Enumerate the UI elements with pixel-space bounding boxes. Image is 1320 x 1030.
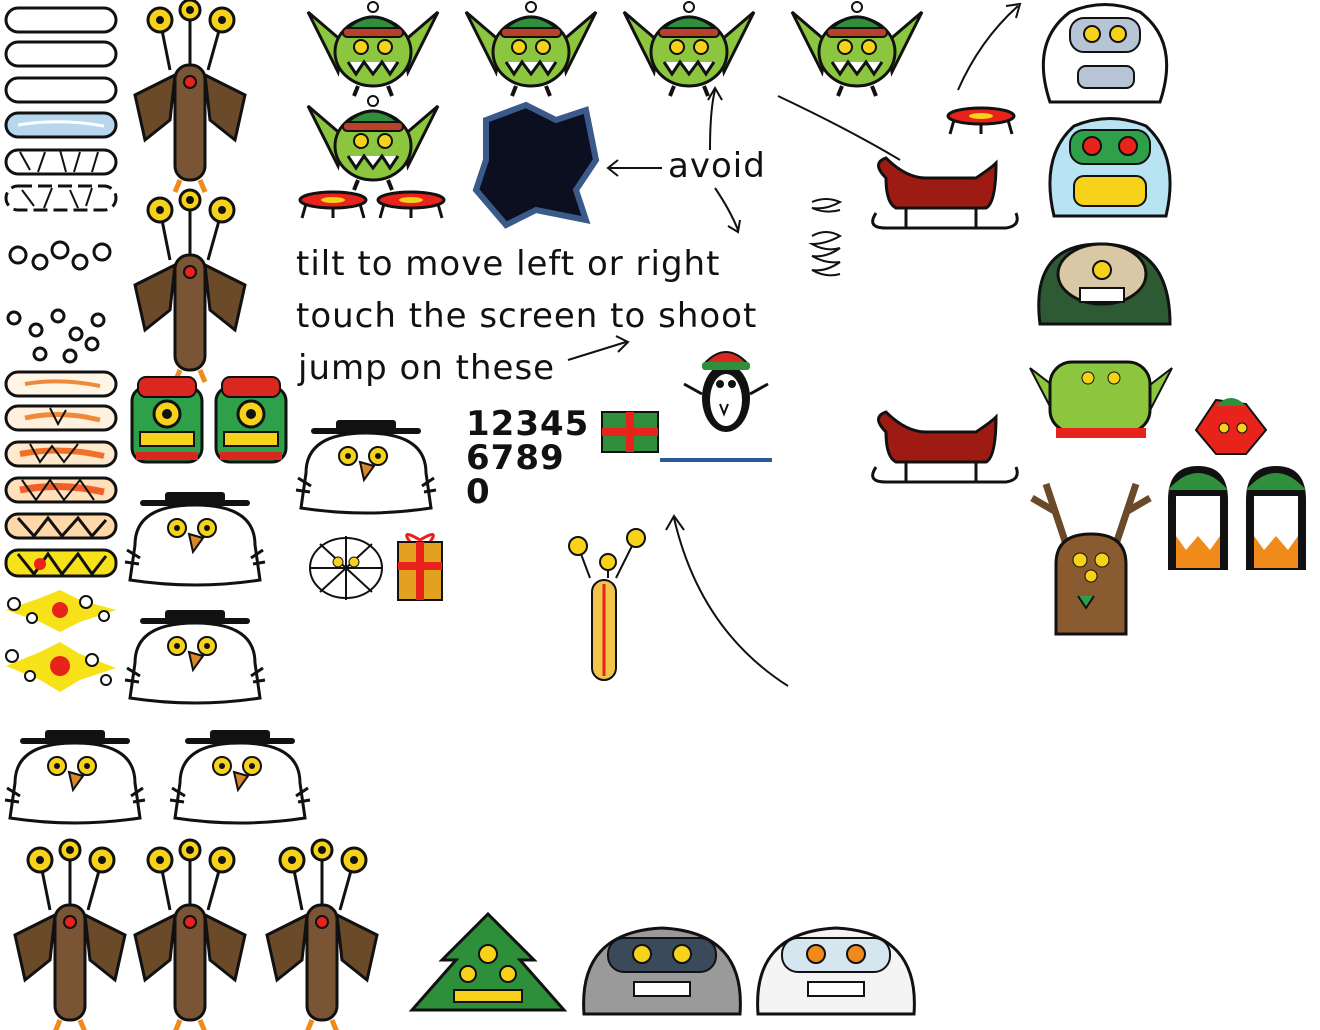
avoid-label: avoid — [668, 146, 766, 186]
christmas-tree-monster — [408, 911, 568, 1012]
snowman-monster — [168, 728, 312, 825]
arrow-to-platform — [665, 514, 789, 687]
platform-exploding — [4, 370, 118, 398]
platform-plain — [4, 40, 118, 68]
platform-plain — [4, 6, 118, 34]
trampoline — [298, 190, 368, 220]
ice-line — [660, 458, 772, 462]
sled — [871, 156, 1019, 230]
yeti — [1041, 3, 1169, 104]
tilt-instruction: tilt to move left or right — [296, 244, 721, 284]
yeti — [582, 926, 742, 1016]
platform-plain — [4, 76, 118, 104]
platform-snowball — [6, 308, 106, 364]
snowflake-monster — [309, 536, 383, 600]
penguin — [683, 351, 769, 432]
trampoline — [376, 190, 446, 220]
snowman-monster — [3, 728, 147, 825]
reindeer-monster — [568, 528, 646, 681]
digits-row-3: 0 — [466, 472, 491, 512]
platform-exploding — [4, 404, 118, 432]
gift-box — [397, 533, 443, 601]
arrow-to-yeti — [957, 2, 1022, 91]
spring — [808, 198, 843, 277]
sled — [871, 410, 1019, 484]
reindeer-monster — [130, 190, 255, 380]
platform-exploding — [4, 512, 118, 540]
penguin-pair — [1168, 466, 1306, 570]
platform-ice — [4, 111, 118, 139]
yeti — [1048, 117, 1172, 218]
gray-monster — [1037, 242, 1172, 326]
green-monster — [1029, 360, 1173, 438]
gift-box — [601, 411, 659, 453]
reindeer-monster — [130, 840, 255, 1030]
platform-exploding — [5, 642, 116, 692]
reindeer-monster — [130, 0, 255, 200]
jump-instruction: jump on these — [298, 348, 556, 388]
green-cyclops-monster — [130, 375, 288, 464]
platform-exploding — [4, 548, 118, 578]
platform-exploding — [6, 590, 116, 632]
platform-breaking — [4, 148, 118, 176]
red-elf-monster — [1194, 398, 1268, 455]
digits-row-2: 6789 — [466, 438, 565, 478]
reindeer-monster — [10, 840, 135, 1030]
snowman-monster — [123, 608, 267, 705]
platform-breaking — [4, 184, 118, 212]
platform-exploding — [4, 440, 118, 468]
antler-monster — [1030, 482, 1152, 636]
yeti — [756, 926, 916, 1016]
reindeer-monster — [262, 840, 387, 1030]
platform-column — [4, 6, 118, 692]
snowman-monster — [294, 418, 438, 515]
snowman-monster — [123, 490, 267, 587]
goblin-elf — [306, 94, 440, 192]
digits-row-1: 12345 — [466, 404, 590, 444]
platform-snowball — [8, 240, 112, 271]
platform-exploding — [4, 476, 118, 504]
touch-instruction: touch the screen to shoot — [296, 296, 758, 336]
goblin-elf — [306, 0, 440, 98]
